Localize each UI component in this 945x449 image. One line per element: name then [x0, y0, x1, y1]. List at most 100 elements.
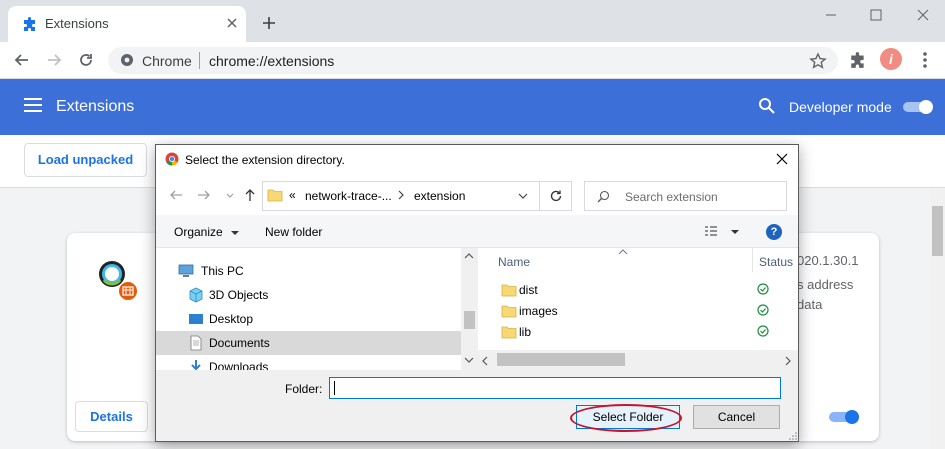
tree-item-label: This PC	[201, 264, 244, 278]
maximize-icon[interactable]	[865, 6, 887, 24]
refresh-button[interactable]	[539, 182, 571, 210]
omnibox-divider	[199, 52, 200, 69]
reload-icon[interactable]	[76, 50, 96, 70]
new-tab-icon[interactable]	[261, 15, 277, 31]
this-pc-icon	[178, 264, 194, 277]
back-icon[interactable]	[12, 50, 32, 70]
folder-icon	[501, 305, 517, 318]
dialog-close-icon[interactable]	[774, 151, 790, 167]
3d-objects-icon	[189, 287, 203, 303]
sort-ascending-icon	[618, 249, 628, 255]
chevron-down-icon[interactable]	[517, 190, 529, 202]
tree-item-3d-objects[interactable]: 3D Objects	[156, 283, 461, 307]
view-options-icon[interactable]	[703, 224, 739, 240]
scroll-up-icon[interactable]	[464, 252, 474, 260]
tree-scrollbar-thumb[interactable]	[464, 311, 475, 329]
forward-icon[interactable]	[44, 50, 64, 70]
file-row-images[interactable]: images	[478, 301, 799, 322]
extensions-menu-icon[interactable]	[849, 51, 867, 69]
refresh-icon	[550, 190, 562, 202]
command-bar: Organize New folder ?	[156, 215, 798, 248]
tree-item-label: Desktop	[209, 312, 254, 326]
text-caret	[334, 381, 335, 395]
omnibox-scheme-label: Chrome	[142, 53, 192, 69]
bookmark-star-icon[interactable]	[809, 52, 827, 70]
sync-status-icon	[757, 325, 769, 337]
extension-version: 020.1.30.1	[797, 253, 859, 268]
scroll-left-icon[interactable]	[481, 356, 489, 366]
description-line: s address	[797, 277, 854, 292]
dialog-navigation-bar: « network-trace-... extension Search ext…	[156, 175, 798, 215]
breadcrumb-chevron-icon[interactable]	[396, 189, 406, 201]
hamburger-menu-icon[interactable]	[24, 98, 42, 112]
search-icon	[597, 190, 610, 203]
developer-mode-toggle[interactable]	[902, 99, 934, 115]
breadcrumb-segment[interactable]: network-trace-...	[305, 189, 392, 203]
documents-icon	[190, 335, 202, 351]
description-line: data	[797, 297, 823, 312]
tree-item-desktop[interactable]: Desktop	[156, 307, 461, 331]
page-title: Extensions	[56, 98, 135, 115]
organize-menu[interactable]: Organize	[174, 225, 240, 239]
column-header-status[interactable]: Status	[759, 255, 793, 269]
help-button[interactable]: ?	[766, 224, 782, 240]
desktop-icon	[189, 314, 203, 324]
extension-description: s address data	[797, 275, 877, 315]
puzzle-icon	[24, 17, 35, 31]
file-name: dist	[519, 283, 538, 297]
extension-logo-icon	[99, 261, 137, 300]
details-button[interactable]: Details	[75, 401, 148, 432]
file-name: images	[519, 304, 558, 318]
breadcrumb-overflow[interactable]: «	[289, 188, 296, 202]
organize-label: Organize	[174, 225, 223, 239]
dialog-titlebar: Select the extension directory.	[156, 145, 798, 175]
scroll-right-icon[interactable]	[784, 356, 792, 366]
recent-locations-icon[interactable]	[222, 187, 238, 203]
downloads-icon	[191, 360, 201, 370]
file-row-dist[interactable]: dist	[478, 280, 799, 301]
up-folder-icon[interactable]	[242, 187, 258, 203]
tree-scrollbar[interactable]	[461, 248, 477, 370]
highlight-annotation-ring	[570, 404, 682, 432]
extensions-header: Extensions Developer mode	[0, 79, 945, 135]
file-row-lib[interactable]: lib	[478, 322, 799, 343]
tab-strip: Extensions	[0, 0, 945, 42]
scroll-down-icon[interactable]	[464, 356, 474, 364]
browser-menu-icon[interactable]	[917, 50, 933, 70]
sync-status-icon	[757, 283, 769, 295]
omnibox[interactable]: Chrome chrome://extensions	[108, 47, 838, 74]
nav-forward-icon[interactable]	[196, 187, 212, 203]
new-folder-button[interactable]: New folder	[265, 225, 322, 239]
folder-icon	[501, 326, 517, 339]
sync-status-icon	[757, 304, 769, 316]
close-tab-icon[interactable]	[224, 15, 240, 31]
folder-icon	[501, 284, 517, 297]
page-scrollbar-thumb[interactable]	[932, 206, 943, 256]
folder-name-input[interactable]	[329, 377, 781, 399]
folder-icon	[267, 189, 283, 202]
search-icon[interactable]	[758, 97, 776, 115]
resize-grip-icon[interactable]	[788, 431, 798, 441]
breadcrumb-segment[interactable]: extension	[414, 189, 465, 203]
chrome-logo-icon	[165, 152, 179, 166]
cancel-button[interactable]: Cancel	[693, 405, 780, 429]
tab-title: Extensions	[45, 16, 109, 31]
developer-mode-label: Developer mode	[789, 99, 892, 115]
tree-item-this-pc[interactable]: This PC	[156, 259, 461, 283]
profile-avatar[interactable]: i	[880, 48, 902, 70]
extension-enabled-toggle[interactable]	[828, 409, 860, 425]
minimize-icon[interactable]	[820, 6, 842, 24]
hscrollbar-thumb[interactable]	[497, 353, 625, 366]
column-header-name[interactable]: Name	[498, 255, 530, 269]
load-unpacked-button[interactable]: Load unpacked	[24, 143, 147, 177]
tab-extensions[interactable]: Extensions	[8, 6, 246, 42]
tree-item-downloads[interactable]: Downloads	[156, 355, 461, 370]
search-placeholder: Search extension	[625, 190, 718, 204]
omnibox-url[interactable]: chrome://extensions	[209, 53, 334, 69]
address-breadcrumb[interactable]: « network-trace-... extension	[262, 181, 572, 211]
column-divider[interactable]	[752, 248, 753, 272]
close-window-icon[interactable]	[912, 6, 934, 24]
nav-back-icon[interactable]	[168, 187, 184, 203]
search-extension-box[interactable]: Search extension	[584, 181, 787, 211]
tree-item-documents[interactable]: Documents	[156, 331, 461, 355]
